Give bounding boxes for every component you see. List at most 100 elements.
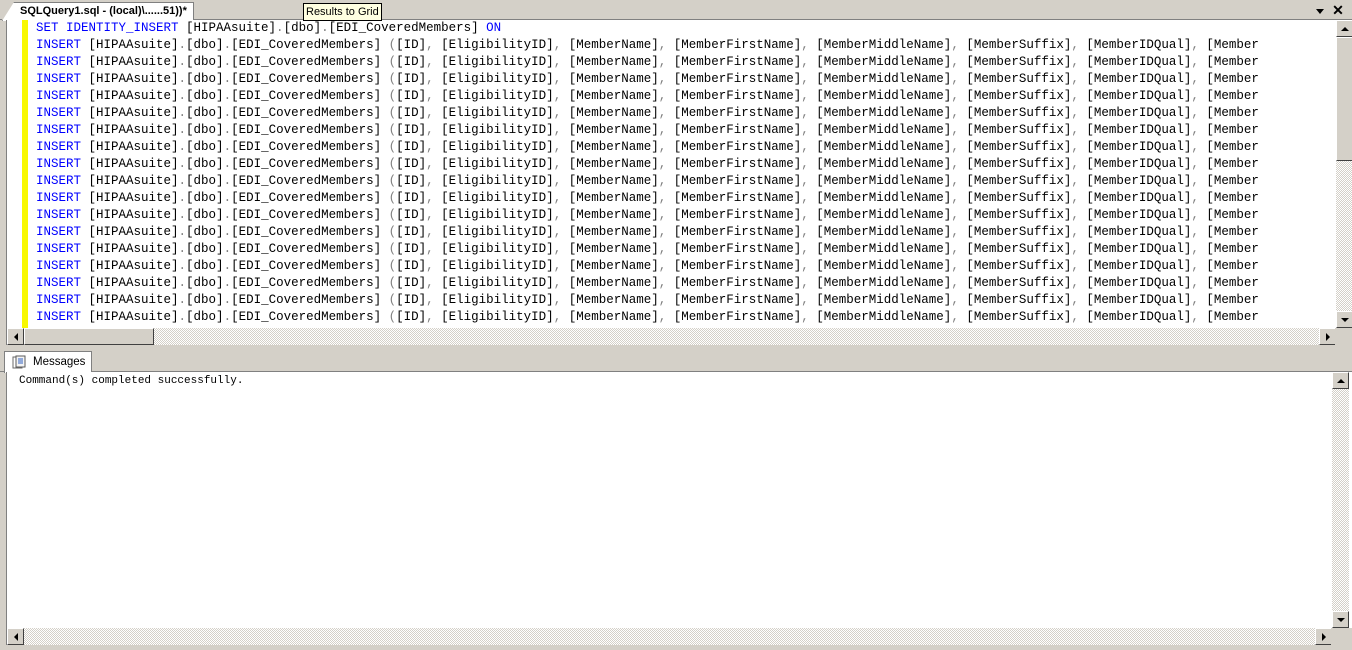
sql-punctuation: ,: [1191, 106, 1207, 120]
sql-identifier: [MemberFirstName]: [673, 276, 802, 290]
sql-identifier: [ID]: [396, 259, 427, 273]
code-line[interactable]: INSERT [HIPAAsuite].[dbo].[EDI_CoveredMe…: [36, 275, 1336, 292]
query-window: SQLQuery1.sql - (local)\......51))* Resu…: [0, 0, 1352, 650]
code-line[interactable]: INSERT [HIPAAsuite].[dbo].[EDI_CoveredMe…: [36, 309, 1336, 326]
sql-identifier: [HIPAAsuite]: [88, 89, 179, 103]
sql-identifier: [MemberName]: [568, 106, 659, 120]
scroll-left-button[interactable]: [7, 628, 24, 645]
code-line[interactable]: INSERT [HIPAAsuite].[dbo].[EDI_CoveredMe…: [36, 207, 1336, 224]
sql-punctuation: ,: [658, 157, 674, 171]
scroll-right-button[interactable]: [1315, 628, 1332, 645]
sql-punctuation: ,: [658, 174, 674, 188]
sql-punctuation: (: [388, 174, 397, 188]
sql-identifier: [dbo]: [186, 106, 224, 120]
scroll-up-button[interactable]: [1332, 372, 1349, 389]
sql-punctuation: .: [178, 174, 187, 188]
sql-punctuation: ,: [801, 242, 817, 256]
sql-punctuation: .: [178, 72, 187, 86]
code-line[interactable]: INSERT [HIPAAsuite].[dbo].[EDI_CoveredMe…: [36, 156, 1336, 173]
sql-punctuation: (: [388, 208, 397, 222]
scroll-left-button[interactable]: [7, 328, 24, 345]
sql-identifier: [MemberFirstName]: [673, 89, 802, 103]
sql-identifier: [MemberSuffix]: [966, 38, 1072, 52]
code-area[interactable]: SET IDENTITY_INSERT [HIPAAsuite].[dbo].[…: [36, 20, 1336, 328]
sql-identifier: [MemberIDQual]: [1086, 140, 1192, 154]
sql-identifier: [MemberFirstName]: [673, 123, 802, 137]
code-line[interactable]: INSERT [HIPAAsuite].[dbo].[EDI_CoveredMe…: [36, 292, 1336, 309]
sql-punctuation: ,: [801, 276, 817, 290]
sql-identifier: [MemberIDQual]: [1086, 310, 1192, 324]
sql-identifier: [MemberMiddleName]: [816, 55, 952, 69]
editor-vertical-scrollbar[interactable]: [1336, 20, 1352, 328]
chevron-down-icon[interactable]: [1314, 4, 1326, 16]
sql-identifier: [MemberName]: [568, 140, 659, 154]
tab-sqlquery1[interactable]: SQLQuery1.sql - (local)\......51))*: [2, 2, 194, 21]
sql-punctuation: ,: [658, 123, 674, 137]
sql-identifier: [dbo]: [186, 72, 224, 86]
code-line[interactable]: INSERT [HIPAAsuite].[dbo].[EDI_CoveredMe…: [36, 37, 1336, 54]
code-line[interactable]: INSERT [HIPAAsuite].[dbo].[EDI_CoveredMe…: [36, 241, 1336, 258]
messages-pane[interactable]: Command(s) completed successfully.: [6, 372, 1352, 628]
sql-identifier: [MemberName]: [568, 55, 659, 69]
sql-identifier: [MemberFirstName]: [673, 191, 802, 205]
sql-identifier: [MemberSuffix]: [966, 157, 1072, 171]
sql-punctuation: .: [178, 293, 187, 307]
sql-punctuation: .: [223, 123, 232, 137]
code-line[interactable]: INSERT [HIPAAsuite].[dbo].[EDI_CoveredMe…: [36, 139, 1336, 156]
sql-punctuation: .: [223, 157, 232, 171]
tooltip: Results to Grid: [303, 3, 382, 21]
scroll-right-button[interactable]: [1319, 328, 1336, 345]
code-line[interactable]: INSERT [HIPAAsuite].[dbo].[EDI_CoveredMe…: [36, 105, 1336, 122]
scroll-down-button[interactable]: [1332, 611, 1349, 628]
scroll-down-button[interactable]: [1336, 311, 1352, 328]
code-line[interactable]: INSERT [HIPAAsuite].[dbo].[EDI_CoveredMe…: [36, 258, 1336, 275]
sql-punctuation: ,: [801, 123, 817, 137]
sql-identifier: [EDI_CoveredMembers]: [231, 310, 389, 324]
sql-identifier: [Member: [1206, 276, 1259, 290]
sql-punctuation: .: [276, 21, 284, 35]
sql-punctuation: ,: [951, 55, 967, 69]
sql-keyword: INSERT: [36, 225, 89, 239]
sql-punctuation: .: [178, 38, 187, 52]
code-line[interactable]: INSERT [HIPAAsuite].[dbo].[EDI_CoveredMe…: [36, 88, 1336, 105]
sql-identifier: [MemberSuffix]: [966, 259, 1072, 273]
sql-punctuation: ,: [426, 259, 442, 273]
sql-identifier: [MemberName]: [568, 293, 659, 307]
scroll-up-button[interactable]: [1336, 20, 1352, 37]
sql-identifier: [HIPAAsuite]: [88, 72, 179, 86]
sql-punctuation: .: [223, 310, 232, 324]
sql-punctuation: .: [178, 242, 187, 256]
sql-punctuation: ,: [801, 174, 817, 188]
sql-punctuation: .: [178, 225, 187, 239]
editor-horizontal-scrollbar[interactable]: [6, 328, 1336, 345]
sql-punctuation: .: [178, 157, 187, 171]
sql-identifier: [MemberIDQual]: [1086, 225, 1192, 239]
editor-horizontal-scroll-thumb[interactable]: [24, 328, 154, 345]
tab-messages[interactable]: Messages: [4, 351, 93, 373]
code-line[interactable]: INSERT [HIPAAsuite].[dbo].[EDI_CoveredMe…: [36, 71, 1336, 88]
editor-vertical-scroll-thumb[interactable]: [1336, 37, 1352, 161]
sql-identifier: [dbo]: [186, 55, 224, 69]
messages-horizontal-scrollbar[interactable]: [6, 628, 1332, 645]
close-icon[interactable]: ✕: [1330, 2, 1346, 18]
sql-punctuation: ,: [801, 38, 817, 52]
code-line[interactable]: INSERT [HIPAAsuite].[dbo].[EDI_CoveredMe…: [36, 54, 1336, 71]
sql-punctuation: ,: [801, 157, 817, 171]
sql-punctuation: ,: [658, 106, 674, 120]
code-line[interactable]: INSERT [HIPAAsuite].[dbo].[EDI_CoveredMe…: [36, 190, 1336, 207]
code-line[interactable]: INSERT [HIPAAsuite].[dbo].[EDI_CoveredMe…: [36, 173, 1336, 190]
sql-identifier: [EDI_CoveredMembers]: [231, 55, 389, 69]
messages-vertical-scrollbar[interactable]: [1332, 372, 1349, 628]
sql-punctuation: ,: [1071, 55, 1087, 69]
sql-identifier: [MemberName]: [568, 38, 659, 52]
sql-identifier: [HIPAAsuite]: [88, 106, 179, 120]
sql-punctuation: .: [223, 38, 232, 52]
query-editor[interactable]: SET IDENTITY_INSERT [HIPAAsuite].[dbo].[…: [6, 20, 1352, 328]
sql-punctuation: (: [388, 123, 397, 137]
sql-identifier: [MemberName]: [568, 310, 659, 324]
sql-punctuation: ,: [1071, 89, 1087, 103]
code-line[interactable]: INSERT [HIPAAsuite].[dbo].[EDI_CoveredMe…: [36, 224, 1336, 241]
code-line[interactable]: SET IDENTITY_INSERT [HIPAAsuite].[dbo].[…: [36, 20, 1336, 37]
sql-identifier: [MemberMiddleName]: [816, 38, 952, 52]
code-line[interactable]: INSERT [HIPAAsuite].[dbo].[EDI_CoveredMe…: [36, 122, 1336, 139]
